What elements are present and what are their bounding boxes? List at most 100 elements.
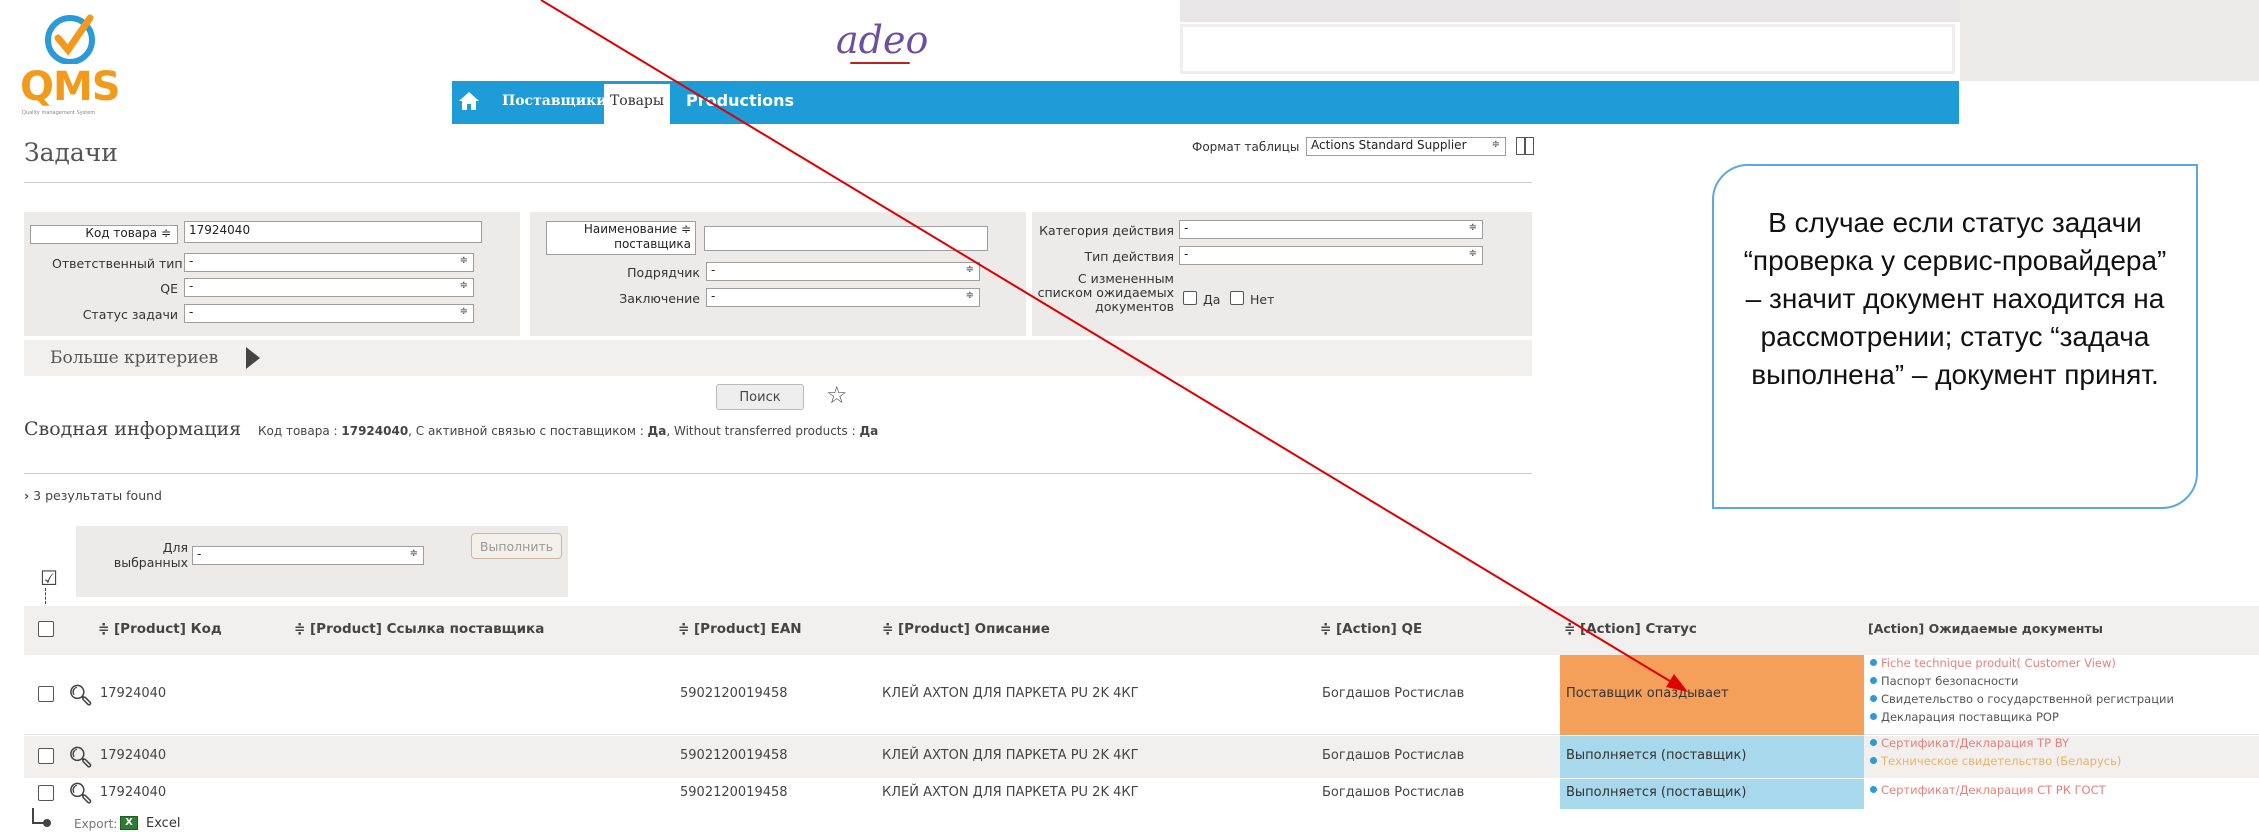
conclusion-label: Заключение (619, 291, 700, 306)
action-category-label: Категория действия (1039, 223, 1174, 238)
row-ean: 5902120019458 (680, 785, 788, 800)
action-type-select[interactable]: - ≑ (1179, 246, 1483, 265)
task-status-select[interactable]: - ≑ (184, 304, 474, 323)
bulk-action-label: Для выбранных (113, 540, 188, 570)
expected-docs-list: Сертификат/Декларация СТ РК ГОСТ (1870, 781, 2106, 799)
select-all-checkbox[interactable] (38, 621, 54, 637)
row-checkbox[interactable] (38, 748, 54, 764)
view-magnifier-icon[interactable]: 🔍︎ (68, 745, 93, 769)
summary-title: Сводная информация (24, 418, 242, 440)
expected-docs-list: Сертификат/Декларация ТР BY Техническое … (1870, 734, 2121, 770)
row-status: Выполняется (поставщик) (1566, 785, 1747, 800)
column-header-description[interactable]: ≑ [Product] Описание (882, 621, 1050, 637)
supplier-name-type-select[interactable]: Наименование ≑ поставщика (546, 221, 696, 255)
column-header-expected-docs: [Action] Ожидаемые документы (1868, 621, 2103, 636)
select-arrow-icon: ≑ (1468, 248, 1477, 259)
action-category-select[interactable]: - ≑ (1179, 220, 1483, 239)
product-code-input[interactable]: 17924040 (184, 221, 482, 243)
changed-docs-yes-label: Да (1203, 292, 1221, 307)
row-code[interactable]: 17924040 (100, 686, 166, 701)
export-tree-dot (43, 819, 51, 827)
bulk-action-select[interactable]: - ≑ (192, 546, 424, 565)
logo-check-icon (45, 14, 95, 64)
responsible-label: Ответственный тип (52, 256, 183, 271)
supplier-name-input[interactable] (704, 226, 988, 251)
row-description: КЛЕЙ AXTON ДЛЯ ПАРКЕТА PU 2K 4КГ (882, 748, 1139, 763)
view-magnifier-icon[interactable]: 🔍︎ (68, 683, 93, 707)
row-status: Выполняется (поставщик) (1566, 748, 1747, 763)
responsible-select[interactable]: - ≑ (184, 253, 474, 272)
conclusion-select[interactable]: - ≑ (706, 288, 980, 307)
table-format-label: Формат таблицы (1192, 140, 1300, 154)
select-arrow-icon: ≑ (459, 255, 468, 266)
column-header-code[interactable]: ≑ [Product] Код (98, 621, 222, 637)
column-header-qe[interactable]: ≑ [Action] QE (1320, 621, 1422, 637)
nav-bar (452, 81, 1959, 124)
subcontractor-select[interactable]: - ≑ (706, 262, 980, 281)
page-title: Задачи (24, 138, 118, 167)
home-icon[interactable] (458, 90, 480, 112)
select-arrow-icon: ≑ (1491, 139, 1500, 150)
doc-item[interactable]: Паспорт безопасности (1870, 672, 2174, 690)
column-header-status[interactable]: ≑ [Action] Статус (1564, 621, 1697, 637)
star-icon[interactable]: ☆ (826, 383, 848, 407)
changed-docs-no-checkbox[interactable] (1230, 291, 1244, 305)
doc-item[interactable]: Свидетельство о государственной регистра… (1870, 690, 2174, 708)
execute-button[interactable]: Выполнить (471, 533, 562, 559)
export-excel-link[interactable]: Excel (146, 816, 180, 831)
summary-text: Код товара : 17924040, С активной связью… (258, 424, 879, 438)
qe-label: QE (160, 281, 178, 296)
select-arrow-icon: ≑ (459, 306, 468, 317)
more-criteria-toggle[interactable]: Больше критериев (50, 348, 218, 368)
brand-underline (850, 62, 910, 64)
changed-docs-yes-checkbox[interactable] (1183, 291, 1197, 305)
select-arrow-icon: ≑ (965, 264, 974, 275)
caret-right-icon[interactable] (246, 347, 260, 369)
bulk-tree-line (45, 588, 46, 604)
excel-icon[interactable]: X (120, 816, 138, 830)
product-code-type-select[interactable]: Код товара ≑ (30, 225, 178, 244)
row-qe: Богдашов Ростислав (1322, 785, 1465, 800)
row-code[interactable]: 17924040 (100, 748, 166, 763)
row-checkbox[interactable] (38, 686, 54, 702)
header-grey-panel (1180, 0, 1960, 22)
title-divider (24, 182, 1532, 183)
nav-products[interactable]: Товары (604, 84, 670, 124)
nav-productions[interactable]: Productions (686, 91, 794, 110)
column-header-supplier-ref[interactable]: ≑ [Product] Ссылка поставщика (294, 621, 544, 637)
row-qe: Богдашов Ростислав (1322, 748, 1465, 763)
results-count[interactable]: › 3 результаты found (24, 488, 162, 503)
row-code[interactable]: 17924040 (100, 785, 166, 800)
select-arrow-icon: ≑ (965, 290, 974, 301)
summary-divider (24, 473, 1532, 474)
column-header-ean[interactable]: ≑ [Product] EAN (678, 621, 802, 637)
doc-item[interactable]: Сертификат/Декларация ТР BY (1870, 734, 2121, 752)
row-ean: 5902120019458 (680, 686, 788, 701)
row-qe: Богдашов Ростислав (1322, 686, 1465, 701)
subcontractor-label: Подрядчик (627, 265, 700, 280)
doc-item[interactable]: Fiche technique produit( Customer View) (1870, 654, 2174, 672)
row-description: КЛЕЙ AXTON ДЛЯ ПАРКЕТА PU 2K 4КГ (882, 785, 1139, 800)
action-type-label: Тип действия (1084, 249, 1174, 264)
view-magnifier-icon[interactable]: 🔍︎ (68, 781, 93, 805)
select-arrow-icon: ≑ (459, 280, 468, 291)
table-format-select[interactable]: Actions Standard Supplier ≑ (1306, 137, 1506, 156)
logo: QMS Quality management System (20, 12, 121, 116)
task-status-label: Статус задачи (82, 307, 178, 322)
bulk-select-all-icon[interactable]: ☑ (40, 566, 58, 590)
changed-docs-label: С измененным списком ожидаемых документо… (1037, 271, 1174, 314)
columns-icon[interactable] (1516, 137, 1534, 155)
expected-docs-list: Fiche technique produit( Customer View) … (1870, 654, 2174, 726)
row-status: Поставщик опаздывает (1566, 686, 1729, 701)
row-description: КЛЕЙ AXTON ДЛЯ ПАРКЕТА PU 2K 4КГ (882, 686, 1139, 701)
search-button[interactable]: Поиск (716, 384, 804, 410)
brand-logo: adeo (836, 18, 929, 62)
doc-item[interactable]: Техническое свидетельство (Беларусь) (1870, 752, 2121, 770)
doc-item[interactable]: Декларация поставщика POP (1870, 708, 2174, 726)
doc-item[interactable]: Сертификат/Декларация СТ РК ГОСТ (1870, 781, 2106, 799)
qe-select[interactable]: - ≑ (184, 278, 474, 297)
callout-text: В случае если статус задачи “проверка у … (1743, 207, 2167, 390)
nav-suppliers[interactable]: Поставщики (502, 93, 607, 109)
row-checkbox[interactable] (38, 785, 54, 801)
select-arrow-icon: ≑ (1468, 222, 1477, 233)
